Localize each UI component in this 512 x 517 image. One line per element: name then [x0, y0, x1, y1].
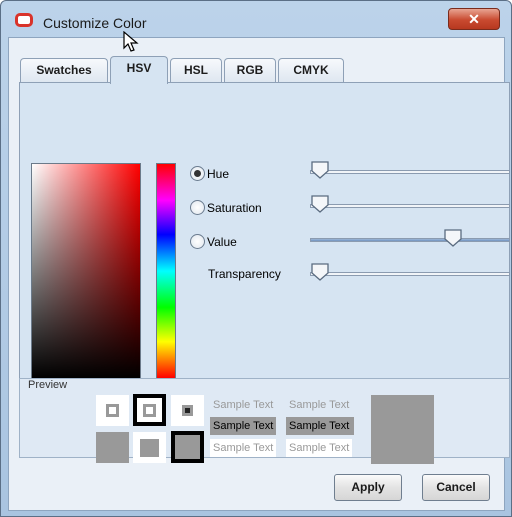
hue-label: Hue: [207, 167, 230, 181]
tab-swatches[interactable]: Swatches: [20, 58, 108, 83]
sample-text: Sample Text: [289, 399, 350, 411]
transparency-label: Transparency: [208, 267, 281, 281]
saturation-radio[interactable]: [190, 200, 205, 215]
app-icon: [15, 13, 33, 27]
apply-button[interactable]: Apply: [334, 474, 402, 501]
hue-radio[interactable]: [190, 166, 205, 181]
sample-text: Sample Text: [210, 417, 277, 435]
preview-box: [133, 394, 166, 426]
hue-slider[interactable]: [310, 160, 510, 182]
value-radio[interactable]: [190, 234, 205, 249]
preview-box: [133, 432, 166, 463]
sample-text: Sample Text: [286, 417, 355, 435]
sample-text: Sample Text: [286, 439, 353, 457]
preview-box: [96, 432, 129, 463]
preview-section: Preview Sample Text Sample Text Sample T…: [19, 378, 510, 464]
slider-thumb[interactable]: [310, 194, 330, 214]
customize-color-dialog: Customize Color ✕ Swatches HSV HSL RGB C…: [0, 0, 512, 517]
title-bar[interactable]: Customize Color ✕: [1, 1, 511, 37]
value-slider[interactable]: [310, 228, 510, 250]
saturation-label: Saturation: [207, 201, 262, 215]
tab-hsl[interactable]: HSL: [170, 58, 222, 83]
transparency-slider[interactable]: [310, 262, 510, 284]
preview-box: [96, 395, 129, 426]
color-swatch-preview: [371, 395, 434, 464]
saturation-value-picker[interactable]: [31, 163, 141, 379]
preview-box: [171, 431, 204, 463]
preview-box: [171, 395, 204, 426]
slider-thumb[interactable]: [443, 228, 463, 248]
slider-thumb[interactable]: [310, 160, 330, 180]
mouse-cursor-icon: [123, 31, 139, 52]
tab-rgb[interactable]: RGB: [224, 58, 276, 83]
cancel-button[interactable]: Cancel: [422, 474, 490, 501]
hsv-panel: Hue Saturation Value Transparency: [19, 82, 510, 408]
dialog-content: Swatches HSV HSL RGB CMYK Hue Saturation…: [8, 37, 510, 511]
close-button[interactable]: ✕: [448, 8, 500, 30]
close-icon: ✕: [468, 11, 480, 27]
tab-hsv[interactable]: HSV: [110, 56, 168, 84]
value-label: Value: [207, 235, 237, 249]
hue-spectrum-bar[interactable]: [156, 163, 176, 379]
slider-thumb[interactable]: [310, 262, 330, 282]
window-title: Customize Color: [43, 15, 147, 31]
sample-text: Sample Text: [213, 399, 274, 411]
preview-label: Preview: [26, 379, 70, 391]
tab-cmyk[interactable]: CMYK: [278, 58, 344, 83]
saturation-slider[interactable]: [310, 194, 510, 216]
sample-text: Sample Text: [210, 439, 277, 457]
